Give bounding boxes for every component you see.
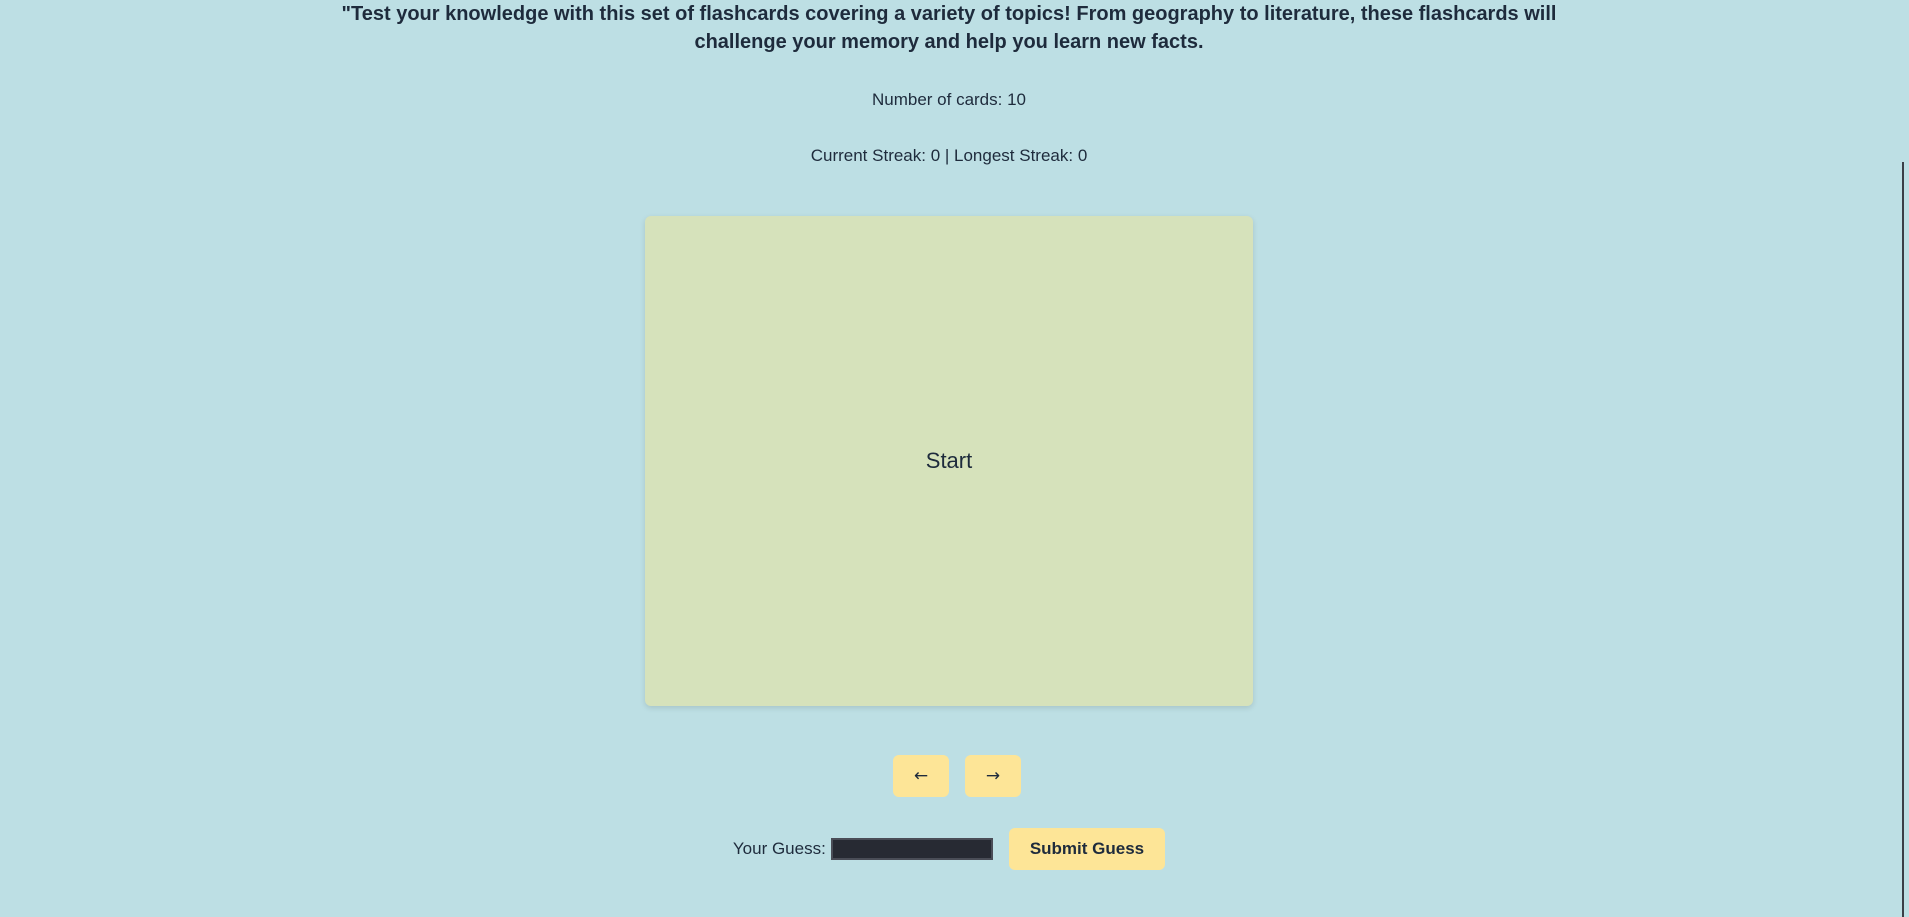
scrollbar-thumb[interactable] xyxy=(1902,162,1904,917)
guess-input[interactable] xyxy=(830,838,993,860)
arrow-left-icon: ← xyxy=(913,766,929,786)
flashcard[interactable]: Start xyxy=(645,216,1253,706)
scrollbar[interactable] xyxy=(1898,0,1909,917)
card-count: Number of cards: 10 xyxy=(871,90,1026,109)
streak-counter: Current Streak: 0 | Longest Streak: 0 xyxy=(810,146,1088,165)
arrow-right-icon: → xyxy=(985,766,1001,786)
flashcards-page: "Test your knowledge with this set of fl… xyxy=(0,0,1909,917)
set-description: "Test your knowledge with this set of fl… xyxy=(341,3,1557,53)
guess-form: Your Guess: Submit Guess xyxy=(0,828,1898,870)
previous-card-button[interactable]: ← xyxy=(893,755,949,797)
guess-label: Your Guess: xyxy=(732,839,826,858)
next-card-button[interactable]: → xyxy=(965,755,1021,797)
flashcard-text: Start xyxy=(925,448,973,473)
submit-guess-button[interactable]: Submit Guess xyxy=(1008,828,1166,870)
